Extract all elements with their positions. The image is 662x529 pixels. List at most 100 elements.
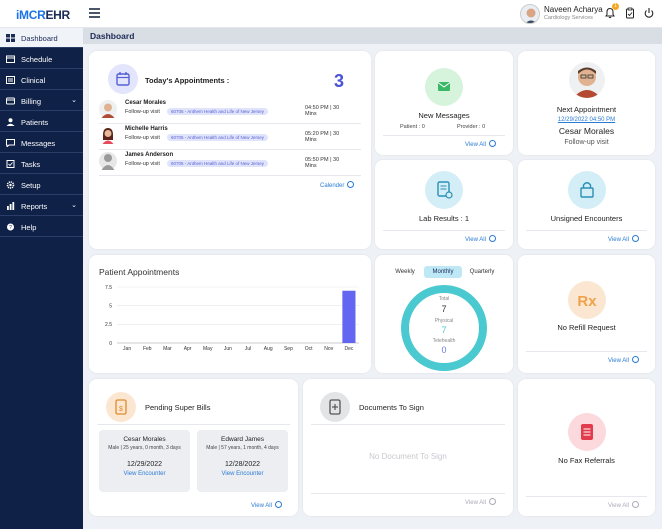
fax-view-all-link[interactable]: View All (608, 501, 639, 509)
lab-results-title: Lab Results : 1 (418, 214, 470, 223)
sidebar-item-reports[interactable]: Reports ⌄ (0, 196, 83, 216)
avatar (99, 152, 117, 170)
y-tick-label: 5 (109, 303, 112, 309)
bill-card: Edward James Male | 57 years, 1 month, 4… (197, 430, 288, 492)
sidebar-item-messages[interactable]: Messages (0, 133, 83, 153)
telehealth-label: Telehealth (432, 338, 456, 344)
notification-badge: 1 (612, 3, 619, 10)
refill-card: Rx No Refill Request View All (518, 255, 655, 373)
clipboard-icon[interactable] (624, 7, 636, 19)
refill-view-all-link[interactable]: View All (608, 356, 639, 364)
view-encounter-link[interactable]: View Encounter (99, 471, 190, 477)
next-appointment-datetime[interactable]: 12/29/2022 04:50 PM (518, 117, 655, 123)
bill-icon: $ (106, 392, 136, 422)
sidebar-item-clinical[interactable]: Clinical (0, 70, 83, 90)
patient-name: Michelle Harris (125, 126, 168, 132)
patient-appointments-card: Patient Appointments 7.5 5 2.5 0 Jan Feb Mar Ap… (89, 255, 371, 373)
avatar (569, 62, 605, 98)
calendar-icon (6, 55, 15, 63)
billing-icon (6, 97, 15, 105)
sidebar-item-label: Reports (21, 202, 48, 211)
envelope-icon (425, 68, 463, 106)
unsigned-encounters-title: Unsigned Encounters (550, 214, 623, 223)
arrow-right-icon (488, 235, 496, 242)
visit-type: Follow-up visit (125, 109, 160, 115)
appointment-time: 05:20 PM | 30 Mins (305, 131, 340, 143)
tab-weekly[interactable]: Weekly (391, 266, 419, 278)
divider (99, 175, 361, 176)
user-department: Cardiology Services (544, 15, 593, 21)
sidebar-item-schedule[interactable]: Schedule (0, 49, 83, 69)
x-tick-label: Jun (224, 346, 232, 352)
divider (383, 230, 505, 231)
arrow-right-icon (347, 181, 355, 188)
chart-bar[interactable] (342, 290, 356, 343)
messages-view-all-link[interactable]: View All (465, 140, 496, 148)
x-tick-label: Dec (344, 346, 353, 352)
view-all-label: View All (608, 237, 629, 244)
total-label: Total (438, 296, 450, 302)
appointment-time: 05:50 PM | 30 Mins (305, 157, 340, 169)
telehealth-value: 0 (441, 345, 447, 355)
bill-patient-details: Male | 57 years, 1 month, 4 days (206, 445, 279, 451)
tab-monthly[interactable]: Monthly (424, 266, 462, 278)
power-icon[interactable] (643, 7, 655, 19)
logo-prefix: iMCR (16, 8, 46, 22)
tab-quarterly[interactable]: Quarterly (466, 266, 498, 278)
unsigned-encounters-view-all-link[interactable]: View All (608, 235, 639, 244)
gear-icon (6, 181, 15, 189)
visit-type: Follow-up visit (125, 161, 160, 167)
divider (99, 123, 361, 124)
sidebar-item-setup[interactable]: Setup (0, 175, 83, 195)
insurance-badge: 60705 - Anthem Health and Life of New Je… (167, 108, 269, 115)
help-icon: ? (7, 223, 14, 231)
new-messages-title: New Messages (418, 111, 470, 120)
x-tick-label: May (203, 346, 213, 352)
calendar-link[interactable]: Calender (320, 181, 355, 189)
user-avatar[interactable] (520, 4, 540, 24)
sidebar-item-tasks[interactable]: Tasks (0, 154, 83, 174)
divider (526, 230, 647, 231)
logo-suffix: EHR (45, 8, 70, 22)
bill-date: 12/28/2022 (224, 461, 261, 468)
prescription-icon: Rx (568, 281, 606, 319)
next-appointment-patient: Cesar Morales (558, 126, 615, 136)
view-all-label: View All (465, 237, 486, 244)
user-name[interactable]: Naveen Acharya (544, 5, 603, 14)
tasks-icon (6, 160, 15, 168)
appointment-time: 04:50 PM | 30 Mins (305, 105, 340, 117)
list-item[interactable]: Cesar Morales Follow-up visit 60705 - An… (99, 99, 351, 123)
fax-document-icon (568, 413, 606, 451)
sidebar-item-dashboard[interactable]: Dashboard (0, 28, 83, 48)
x-tick-label: Apr (184, 346, 192, 352)
patient-message-count: Patient : 0 (400, 124, 425, 130)
svg-text:$: $ (119, 406, 123, 413)
x-tick-label: Sep (284, 346, 293, 352)
list-item[interactable]: James Anderson Follow-up visit 60705 - A… (99, 151, 351, 175)
sidebar-item-label: Setup (21, 181, 41, 190)
todays-appointments-card: Today's Appointments : 3 Cesar Morales F… (89, 51, 371, 249)
view-all-label: View All (251, 503, 272, 510)
new-messages-card: New Messages Patient : 0 Provider : 0 Vi… (375, 51, 513, 155)
x-tick-label: Aug (264, 346, 273, 352)
reports-icon (7, 202, 15, 210)
next-appointment-title: Next Appointment (556, 105, 617, 114)
logo[interactable]: iMCREHR (16, 8, 70, 22)
bill-patient-name: Edward James (221, 436, 264, 443)
sidebar-item-help[interactable]: ? Help (0, 217, 83, 237)
lab-results-view-all-link[interactable]: View All (465, 235, 496, 244)
list-item[interactable]: Michelle Harris Follow-up visit 60705 - … (99, 125, 351, 149)
arrow-right-icon (631, 235, 639, 242)
view-encounter-link[interactable]: View Encounter (197, 471, 288, 477)
sidebar-item-patients[interactable]: Patients (0, 112, 83, 132)
arrow-right-icon (488, 498, 496, 505)
clinical-icon (6, 76, 15, 84)
menu-toggle-icon[interactable] (89, 8, 100, 18)
documents-view-all-link[interactable]: View All (465, 498, 496, 507)
sidebar: Dashboard Schedule Clinical Billing ⌄ Pa… (0, 28, 83, 529)
bills-view-all-link[interactable]: View All (251, 501, 282, 510)
x-tick-label: Nov (324, 346, 333, 352)
view-all-label: View All (465, 500, 486, 507)
divider (99, 149, 361, 150)
sidebar-item-billing[interactable]: Billing ⌄ (0, 91, 83, 111)
